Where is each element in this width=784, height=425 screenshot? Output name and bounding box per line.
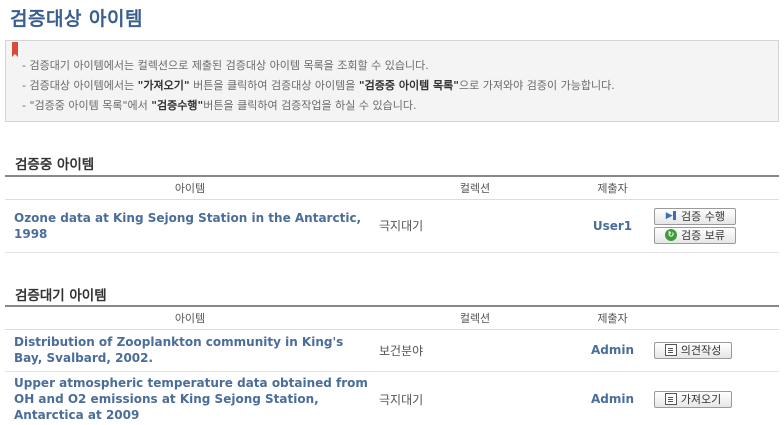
column-header-submitter: 제출자 bbox=[575, 305, 650, 330]
column-header-item: 아이템 bbox=[5, 175, 375, 200]
import-button[interactable]: 가져오기 bbox=[654, 390, 732, 408]
column-header-action bbox=[650, 175, 779, 200]
waiting-section-title: 검증대기 아이템 bbox=[15, 288, 107, 304]
notice-line-2: - 검증대상 아이템에서는 "가져오기" 버튼을 클릭하여 검증대상 아이템을 … bbox=[22, 79, 615, 92]
table-row: Upper atmospheric temperature data obtai… bbox=[5, 371, 779, 425]
item-link[interactable]: Upper atmospheric temperature data obtai… bbox=[5, 371, 375, 425]
in-progress-section-title: 검증중 아이템 bbox=[15, 157, 95, 173]
column-header-submitter: 제출자 bbox=[575, 175, 650, 200]
action-cell: ▶❚ 검증 수행 ↻ 검증 보류 bbox=[650, 199, 779, 253]
hold-verification-label: 검증 보류 bbox=[681, 229, 725, 242]
play-pause-icon: ▶❚ bbox=[665, 211, 678, 221]
bookmark-flag-icon bbox=[12, 42, 18, 57]
waiting-table: 아이템 컬렉션 제출자 Distribution of Zooplankton … bbox=[5, 305, 779, 425]
notice-line-3: - "검증중 아이템 목록"에서 "검증수행"버튼을 클릭하여 검증작업을 하실… bbox=[22, 99, 417, 112]
action-cell: 의견작성 bbox=[650, 329, 779, 372]
in-progress-table: 아이템 컬렉션 제출자 Ozone data at King Sejong St… bbox=[5, 175, 779, 253]
run-verification-button[interactable]: ▶❚ 검증 수행 bbox=[654, 207, 736, 225]
column-header-item: 아이템 bbox=[5, 305, 375, 330]
import-label: 가져오기 bbox=[680, 393, 722, 406]
page-title: 검증대상 아이템 bbox=[10, 8, 143, 30]
table-row: Ozone data at King Sejong Station in the… bbox=[5, 199, 779, 253]
column-header-collection: 컬렉션 bbox=[375, 175, 575, 200]
item-link[interactable]: Distribution of Zooplankton community in… bbox=[5, 329, 375, 372]
item-link[interactable]: Ozone data at King Sejong Station in the… bbox=[5, 199, 375, 253]
document-edit-icon bbox=[664, 344, 677, 356]
action-cell: 가져오기 bbox=[650, 371, 779, 425]
submitter-link[interactable]: Admin bbox=[575, 371, 650, 425]
table-row: Distribution of Zooplankton community in… bbox=[5, 329, 779, 372]
collection-cell: 보건분야 bbox=[375, 329, 575, 372]
hold-verification-button[interactable]: ↻ 검증 보류 bbox=[654, 226, 736, 244]
refresh-circle-icon: ↻ bbox=[665, 229, 677, 241]
column-header-action bbox=[650, 305, 779, 330]
write-opinion-button[interactable]: 의견작성 bbox=[654, 341, 732, 359]
submitter-link[interactable]: User1 bbox=[575, 199, 650, 253]
document-import-icon bbox=[664, 393, 677, 405]
submitter-link[interactable]: Admin bbox=[575, 329, 650, 372]
column-header-collection: 컬렉션 bbox=[375, 305, 575, 330]
collection-cell: 극지대기 bbox=[375, 371, 575, 425]
notice-line-1: - 검증대기 아이템에서는 컬렉션으로 제출된 검증대상 아이템 목록을 조회할… bbox=[22, 59, 429, 72]
notice-box: - 검증대기 아이템에서는 컬렉션으로 제출된 검증대상 아이템 목록을 조회할… bbox=[5, 40, 779, 122]
run-verification-label: 검증 수행 bbox=[681, 210, 725, 223]
collection-cell: 극지대기 bbox=[375, 199, 575, 253]
write-opinion-label: 의견작성 bbox=[680, 344, 722, 357]
